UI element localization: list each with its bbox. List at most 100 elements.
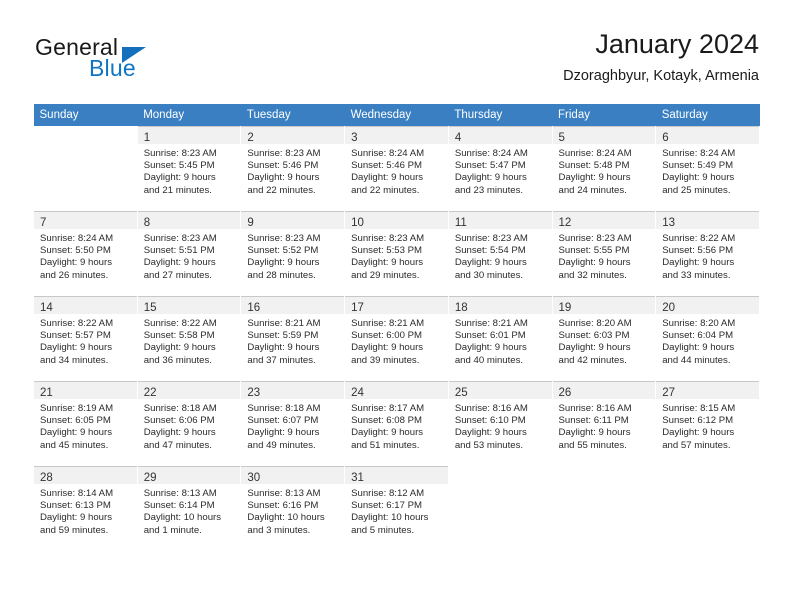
day-cell[interactable]: 23 Sunrise: 8:18 AM Sunset: 6:07 PM Dayligh… xyxy=(240,380,346,466)
day-cell[interactable]: 31 Sunrise: 8:12 AM Sunset: 6:17 PM Dayligh… xyxy=(344,465,449,551)
sunrise-text: Sunrise: 8:18 AM xyxy=(247,403,321,414)
day-cell[interactable]: 18 Sunrise: 8:21 AM Sunset: 6:01 PM Dayligh… xyxy=(447,295,553,381)
daylight-text-line1: Daylight: 9 hours xyxy=(351,427,424,439)
day-number: 6 xyxy=(662,132,669,144)
day-details: Sunrise: 8:12 AM Sunset: 6:17 PM Daylight:… xyxy=(345,484,448,537)
day-cell[interactable]: 15 Sunrise: 8:22 AM Sunset: 5:58 PM Dayligh… xyxy=(136,295,242,381)
day-details: Sunrise: 8:24 AM Sunset: 5:49 PM Daylight:… xyxy=(656,144,759,197)
daylight-text-line2: and 23 minutes. xyxy=(454,184,524,196)
sunset-text: Sunset: 6:13 PM xyxy=(40,500,111,512)
day-details: Sunrise: 8:17 AM Sunset: 6:08 PM Daylight:… xyxy=(345,399,448,452)
daylight-text-line2: and 25 minutes. xyxy=(662,184,731,196)
day-details: Sunrise: 8:23 AM Sunset: 5:54 PM Daylight:… xyxy=(449,229,552,282)
day-cell[interactable]: 7 Sunrise: 8:24 AM Sunset: 5:50 PM Daylight… xyxy=(33,210,138,296)
day-number-band: 9 xyxy=(241,212,345,229)
weekday-header-wednesday: Wednesday xyxy=(344,104,449,126)
day-details: Sunrise: 8:23 AM Sunset: 5:45 PM Daylight:… xyxy=(138,144,241,197)
calendar-week-row: 21 Sunrise: 8:19 AM Sunset: 6:05 PM Dayligh… xyxy=(33,380,760,466)
day-cell[interactable]: 27 Sunrise: 8:15 AM Sunset: 6:12 PM Dayligh… xyxy=(655,380,760,466)
day-number: 29 xyxy=(143,472,157,484)
daylight-text-line1: Daylight: 9 hours xyxy=(247,427,320,439)
daylight-text-line2: and 39 minutes. xyxy=(351,354,420,366)
weekday-header-sunday: Sunday xyxy=(33,104,138,126)
day-details: Sunrise: 8:22 AM Sunset: 5:56 PM Daylight:… xyxy=(656,229,759,282)
day-cell[interactable]: 20 Sunrise: 8:20 AM Sunset: 6:04 PM Dayligh… xyxy=(655,295,760,381)
day-cell[interactable]: 28 Sunrise: 8:14 AM Sunset: 6:13 PM Dayligh… xyxy=(33,465,138,551)
daylight-text-line1: Daylight: 9 hours xyxy=(40,257,112,269)
general-blue-logo[interactable]: General Blue xyxy=(35,34,265,84)
day-cell[interactable]: 4 Sunrise: 8:24 AM Sunset: 5:47 PM Daylight… xyxy=(447,126,553,211)
day-cell[interactable]: 12 Sunrise: 8:23 AM Sunset: 5:55 PM Dayligh… xyxy=(551,210,657,296)
sunrise-text: Sunrise: 8:23 AM xyxy=(247,148,321,159)
day-cell[interactable]: 3 Sunrise: 8:24 AM Sunset: 5:46 PM Daylight… xyxy=(344,126,449,211)
weekday-header-row: Sunday Monday Tuesday Wednesday Thursday Frid… xyxy=(33,104,760,126)
day-cell[interactable]: 17 Sunrise: 8:21 AM Sunset: 6:00 PM Dayligh… xyxy=(344,295,449,381)
day-number-band: 13 xyxy=(656,212,759,229)
day-cell[interactable]: 11 Sunrise: 8:23 AM Sunset: 5:54 PM Dayligh… xyxy=(447,210,553,296)
day-cell[interactable]: 30 Sunrise: 8:13 AM Sunset: 6:16 PM Dayligh… xyxy=(240,465,346,551)
day-cell[interactable]: 19 Sunrise: 8:20 AM Sunset: 6:03 PM Dayligh… xyxy=(551,295,657,381)
day-number: 28 xyxy=(40,472,53,484)
day-cell[interactable]: 29 Sunrise: 8:13 AM Sunset: 6:14 PM Dayligh… xyxy=(136,465,242,551)
day-details: Sunrise: 8:21 AM Sunset: 5:59 PM Daylight:… xyxy=(241,314,344,367)
daylight-text-line2: and 44 minutes. xyxy=(662,354,731,366)
weekday-header-tuesday: Tuesday xyxy=(240,104,345,126)
calendar-week-row: 14 Sunrise: 8:22 AM Sunset: 5:57 PM Dayligh… xyxy=(33,295,760,381)
daylight-text-line1: Daylight: 9 hours xyxy=(247,257,320,269)
daylight-text-line1: Daylight: 9 hours xyxy=(558,342,631,354)
day-cell[interactable]: 24 Sunrise: 8:17 AM Sunset: 6:08 PM Dayligh… xyxy=(344,380,449,466)
day-number-band: 18 xyxy=(448,297,552,314)
day-cell[interactable]: 16 Sunrise: 8:21 AM Sunset: 5:59 PM Dayligh… xyxy=(240,295,346,381)
day-cell[interactable]: 21 Sunrise: 8:19 AM Sunset: 6:05 PM Dayligh… xyxy=(33,380,138,466)
sunrise-text: Sunrise: 8:21 AM xyxy=(247,318,321,329)
day-number-band: 1 xyxy=(137,127,241,144)
day-cell[interactable]: 14 Sunrise: 8:22 AM Sunset: 5:57 PM Dayligh… xyxy=(33,295,138,381)
daylight-text-line1: Daylight: 9 hours xyxy=(454,172,527,184)
day-number: 1 xyxy=(143,132,151,144)
daylight-text-line2: and 36 minutes. xyxy=(143,354,212,366)
daylight-text-line2: and 29 minutes. xyxy=(351,269,420,281)
daylight-text-line2: and 55 minutes. xyxy=(558,439,627,451)
sunset-text: Sunset: 5:47 PM xyxy=(454,160,526,172)
day-number: 18 xyxy=(454,302,468,314)
day-cell[interactable]: 13 Sunrise: 8:22 AM Sunset: 5:56 PM Dayligh… xyxy=(655,210,760,296)
day-cell[interactable]: 9 Sunrise: 8:23 AM Sunset: 5:52 PM Daylight… xyxy=(240,210,346,296)
daylight-text-line1: Daylight: 9 hours xyxy=(351,172,424,184)
day-details: Sunrise: 8:20 AM Sunset: 6:04 PM Daylight:… xyxy=(656,314,759,367)
daylight-text-line2: and 3 minutes. xyxy=(247,524,311,536)
day-cell-empty xyxy=(551,465,657,551)
daylight-text-line1: Daylight: 9 hours xyxy=(454,427,527,439)
sunset-text: Sunset: 5:56 PM xyxy=(662,245,734,257)
daylight-text-line1: Daylight: 9 hours xyxy=(143,172,216,184)
day-cell[interactable]: 2 Sunrise: 8:23 AM Sunset: 5:46 PM Daylight… xyxy=(240,126,346,211)
sunset-text: Sunset: 6:06 PM xyxy=(143,415,215,427)
daylight-text-line1: Daylight: 10 hours xyxy=(351,512,429,524)
day-details: Sunrise: 8:13 AM Sunset: 6:16 PM Daylight:… xyxy=(241,484,344,537)
day-cell[interactable]: 6 Sunrise: 8:24 AM Sunset: 5:49 PM Daylight… xyxy=(655,126,760,211)
day-cell[interactable]: 1 Sunrise: 8:23 AM Sunset: 5:45 PM Daylight… xyxy=(136,126,242,211)
day-number: 16 xyxy=(247,302,261,314)
daylight-text-line2: and 34 minutes. xyxy=(40,354,109,366)
day-number: 4 xyxy=(454,132,462,144)
daylight-text-line1: Daylight: 9 hours xyxy=(143,342,216,354)
day-cell[interactable]: 25 Sunrise: 8:16 AM Sunset: 6:10 PM Dayligh… xyxy=(447,380,553,466)
daylight-text-line2: and 33 minutes. xyxy=(662,269,731,281)
day-details: Sunrise: 8:23 AM Sunset: 5:46 PM Daylight:… xyxy=(241,144,344,197)
sunset-text: Sunset: 6:16 PM xyxy=(247,500,319,512)
page-header: General Blue January 2024 Dzoraghbyur, K… xyxy=(0,0,792,100)
calendar-week-row: 1 Sunrise: 8:23 AM Sunset: 5:45 PM Daylight… xyxy=(33,126,760,211)
sunrise-text: Sunrise: 8:21 AM xyxy=(351,318,425,329)
day-cell[interactable]: 10 Sunrise: 8:23 AM Sunset: 5:53 PM Dayligh… xyxy=(344,210,449,296)
page-subtitle: Dzoraghbyur, Kotayk, Armenia xyxy=(563,68,759,84)
day-number-band: 5 xyxy=(552,127,656,144)
day-cell[interactable]: 22 Sunrise: 8:18 AM Sunset: 6:06 PM Dayligh… xyxy=(136,380,242,466)
day-cell[interactable]: 5 Sunrise: 8:24 AM Sunset: 5:48 PM Daylight… xyxy=(551,126,657,211)
day-cell[interactable]: 8 Sunrise: 8:23 AM Sunset: 5:51 PM Daylight… xyxy=(136,210,242,296)
daylight-text-line2: and 53 minutes. xyxy=(454,439,524,451)
sunrise-text: Sunrise: 8:12 AM xyxy=(351,488,425,499)
day-cell[interactable]: 26 Sunrise: 8:16 AM Sunset: 6:11 PM Dayligh… xyxy=(551,380,657,466)
day-cell-empty xyxy=(447,465,553,551)
sunset-text: Sunset: 6:10 PM xyxy=(454,415,526,427)
daylight-text-line2: and 21 minutes. xyxy=(143,184,212,196)
day-number-band: 21 xyxy=(34,382,137,399)
